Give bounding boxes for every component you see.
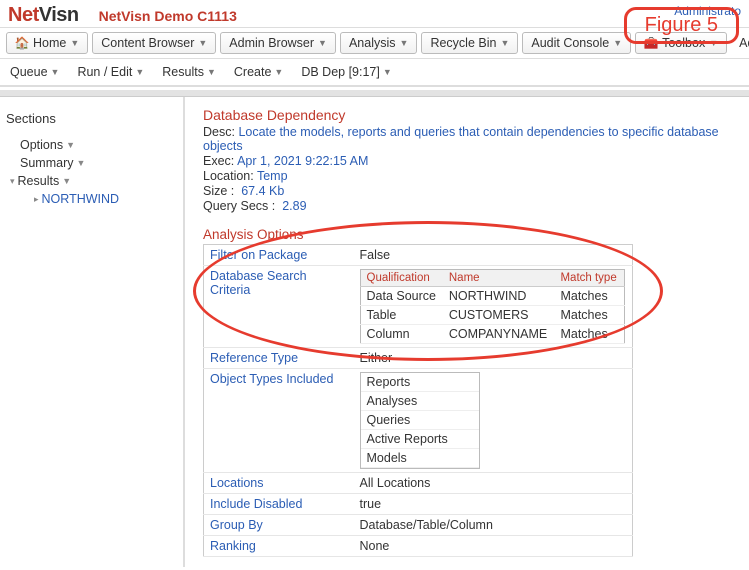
desc-value: Locate the models, reports and queries t… [203,125,719,153]
qsecs-value: 2.89 [282,199,306,213]
subbar-create[interactable]: Create▼ [234,65,283,79]
chevron-down-icon: ▼ [207,67,216,77]
app-title: NetVisn Demo C1113 [99,8,237,24]
logo: NetVisn [8,4,79,27]
chevron-down-icon: ▼ [198,38,207,48]
criteria-row: Data SourceNORTHWINDMatches [360,287,624,306]
size-value: 67.4 Kb [241,184,284,198]
analysis-options-table: Filter on Package False Database Search … [203,244,633,557]
expand-toggle-icon[interactable]: ▾ [10,176,15,187]
sidebar: Sections Options▼ Summary▼ ▾Results▼ ▸NO… [0,97,185,567]
criteria-row: TableCUSTOMERSMatches [360,306,624,325]
sidebar-title: Sections [6,111,177,126]
criteria-header-name: Name [443,270,555,287]
chevron-down-icon: ▼ [62,176,71,186]
subbar-queue[interactable]: Queue▼ [10,65,59,79]
sidebar-item-northwind[interactable]: ▸NORTHWIND [6,190,177,208]
chevron-down-icon: ▼ [76,158,85,168]
toolbar-admin-browser[interactable]: Admin Browser▼ [220,32,336,54]
figure-badge: Figure 5 [624,7,739,44]
criteria-row: ColumnCOMPANYNAMEMatches [360,325,624,344]
prop-db-search-criteria: Database Search Criteria Qualification N… [204,266,633,348]
toolbar-audit-console[interactable]: Audit Console▼ [522,32,631,54]
sub-toolbar: Queue▼ Run / Edit▼ Results▼ Create▼ DB D… [0,59,749,87]
prop-reference-type: Reference Type Either [204,348,633,369]
home-icon: 🏠 [15,36,29,50]
sidebar-item-options[interactable]: Options▼ [6,136,177,154]
expand-toggle-icon[interactable]: ▸ [34,194,39,205]
analysis-options-title: Analysis Options [203,227,739,242]
prop-include-disabled: Include Disabledtrue [204,494,633,515]
sidebar-item-summary[interactable]: Summary▼ [6,154,177,172]
main-panel: Database Dependency Desc: Locate the mod… [185,97,749,567]
location-label: Location: [203,169,254,183]
prop-ranking: RankingNone [204,536,633,557]
location-value: Temp [257,169,288,183]
list-item: Models [361,449,479,468]
toolbar-recycle-bin[interactable]: Recycle Bin▼ [421,32,518,54]
criteria-header-match: Match type [554,270,624,287]
criteria-table: Qualification Name Match type Data Sourc… [360,269,625,344]
size-label: Size : [203,184,234,198]
toolbar-home[interactable]: 🏠Home▼ [6,32,88,54]
exec-label: Exec: [203,154,234,168]
list-item: Active Reports [361,430,479,449]
chevron-down-icon: ▼ [500,38,509,48]
list-item: Queries [361,411,479,430]
prop-locations: LocationsAll Locations [204,473,633,494]
list-item: Reports [361,373,479,392]
sidebar-item-results[interactable]: ▾Results▼ [6,172,177,190]
page-title: Database Dependency [203,107,739,123]
list-item: Analyses [361,392,479,411]
chevron-down-icon: ▼ [66,140,75,150]
chevron-down-icon: ▼ [70,38,79,48]
prop-object-types: Object Types Included Reports Analyses Q… [204,369,633,473]
chevron-down-icon: ▼ [135,67,144,77]
chevron-down-icon: ▼ [318,38,327,48]
subbar-db-dep[interactable]: DB Dep [9:17]▼ [301,65,391,79]
toolbar-content-browser[interactable]: Content Browser▼ [92,32,216,54]
object-types-list: Reports Analyses Queries Active Reports … [360,372,480,469]
subbar-run-edit[interactable]: Run / Edit▼ [77,65,144,79]
chevron-down-icon: ▼ [383,67,392,77]
chevron-down-icon: ▼ [400,38,409,48]
chevron-down-icon: ▼ [51,67,60,77]
toolbar-analysis[interactable]: Analysis▼ [340,32,417,54]
criteria-header-qualification: Qualification [360,270,443,287]
subbar-results[interactable]: Results▼ [162,65,216,79]
exec-value: Apr 1, 2021 9:22:15 AM [237,154,368,168]
desc-label: Desc: [203,125,235,139]
chevron-down-icon: ▼ [613,38,622,48]
chevron-down-icon: ▼ [274,67,283,77]
prop-group-by: Group ByDatabase/Table/Column [204,515,633,536]
prop-filter-on-package: Filter on Package False [204,245,633,266]
qsecs-label: Query Secs : [203,199,275,213]
